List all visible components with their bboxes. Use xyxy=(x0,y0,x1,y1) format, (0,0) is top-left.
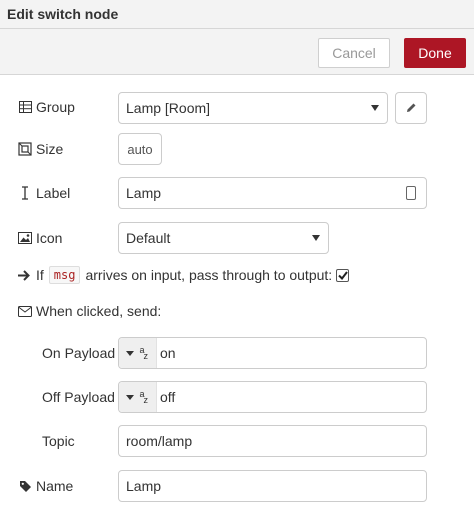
chevron-down-icon xyxy=(371,105,379,111)
when-clicked-label: When clicked, send: xyxy=(36,303,162,319)
edit-group-button[interactable] xyxy=(395,92,427,124)
off-payload-type-button[interactable]: az xyxy=(119,382,157,412)
topic-label: Topic xyxy=(42,433,75,449)
done-button[interactable]: Done xyxy=(404,38,466,68)
caret-down-icon xyxy=(125,350,134,356)
off-payload-input[interactable]: az off xyxy=(118,381,427,413)
dialog-title: Edit switch node xyxy=(7,6,119,22)
label-label: Label xyxy=(36,185,71,201)
on-payload-label: On Payload xyxy=(42,345,116,361)
size-button[interactable]: auto xyxy=(118,133,162,165)
group-select-value: Lamp [Room] xyxy=(126,100,211,116)
icon-row-label: Icon xyxy=(18,228,62,248)
image-icon xyxy=(18,231,32,245)
size-row-label: Size xyxy=(18,139,63,159)
label-input[interactable]: Lamp xyxy=(118,177,427,209)
group-select[interactable]: Lamp [Room] xyxy=(118,92,388,124)
check-icon xyxy=(337,270,348,280)
table-icon xyxy=(18,100,32,114)
text-cursor-icon xyxy=(18,186,32,200)
chevron-down-icon xyxy=(312,235,320,241)
dialog-title-bar: Edit switch node xyxy=(0,0,474,29)
off-payload-value: off xyxy=(160,389,176,405)
pass-through-prefix: If xyxy=(36,267,44,283)
string-type-icon: az xyxy=(139,345,149,361)
size-label: Size xyxy=(36,141,64,157)
arrow-right-icon xyxy=(18,269,32,281)
cancel-button[interactable]: Cancel xyxy=(318,38,390,68)
caret-down-icon xyxy=(125,394,134,400)
when-clicked-row: When clicked, send: xyxy=(18,301,161,321)
name-input[interactable]: Lamp xyxy=(118,470,427,502)
size-icon xyxy=(18,142,32,156)
group-row-label: Group xyxy=(18,97,75,117)
label-row-label: Label xyxy=(18,183,70,203)
on-payload-input[interactable]: az on xyxy=(118,337,427,369)
name-label: Name xyxy=(36,478,74,494)
label-picker-icon[interactable] xyxy=(406,186,416,200)
icon-select-value: Default xyxy=(126,230,171,246)
string-type-icon: az xyxy=(139,389,149,405)
topic-input-value: room/lamp xyxy=(126,433,193,449)
pass-through-checkbox[interactable] xyxy=(336,268,350,282)
tag-icon xyxy=(18,479,32,493)
msg-code: msg xyxy=(48,266,81,284)
on-payload-type-button[interactable]: az xyxy=(119,338,157,368)
icon-select[interactable]: Default xyxy=(118,222,329,254)
group-label: Group xyxy=(36,99,75,115)
dialog-button-bar: Cancel Done xyxy=(0,29,474,75)
icon-label: Icon xyxy=(36,230,63,246)
name-input-value: Lamp xyxy=(126,478,162,494)
envelope-icon xyxy=(18,304,32,318)
pass-through-row: If msg arrives on input, pass through to… xyxy=(18,264,350,286)
name-row-label: Name xyxy=(18,476,73,496)
pencil-icon xyxy=(406,100,417,116)
label-input-value: Lamp xyxy=(126,185,162,201)
on-payload-value: on xyxy=(160,345,176,361)
off-payload-label: Off Payload xyxy=(42,389,115,405)
topic-input[interactable]: room/lamp xyxy=(118,425,427,457)
pass-through-text: arrives on input, pass through to output… xyxy=(85,267,333,283)
